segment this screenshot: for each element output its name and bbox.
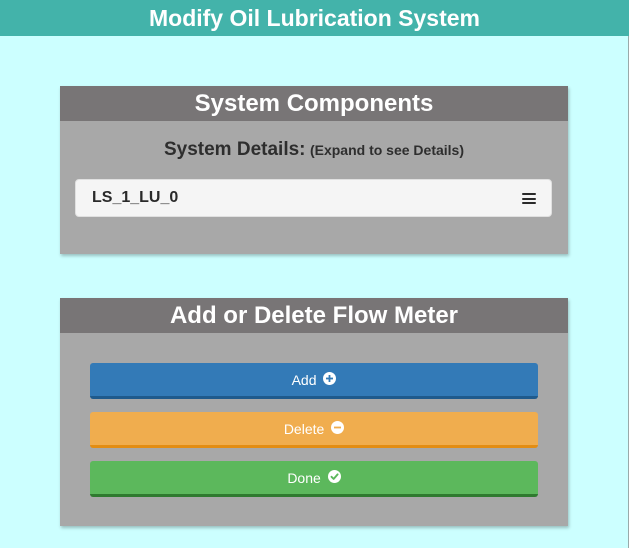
add-button[interactable]: Add bbox=[90, 363, 538, 399]
accordion-item-title: LS_1_LU_0 bbox=[92, 189, 179, 206]
system-accordion-item[interactable]: LS_1_LU_0 bbox=[75, 179, 552, 217]
minus-circle-icon bbox=[331, 412, 345, 446]
system-details-row: System Details: (Expand to see Details) bbox=[60, 139, 568, 161]
page-header: Modify Oil Lubrication System bbox=[0, 0, 629, 36]
delete-button-label: Delete bbox=[283, 421, 325, 437]
done-button-label: Done bbox=[287, 470, 321, 486]
check-circle-icon bbox=[327, 461, 341, 495]
done-button[interactable]: Done bbox=[90, 461, 538, 497]
plus-circle-icon bbox=[323, 363, 337, 397]
page-title: Modify Oil Lubrication System bbox=[149, 5, 480, 31]
hamburger-menu-icon[interactable] bbox=[522, 193, 536, 204]
flow-meter-panel: Add or Delete Flow Meter Add Delete Done bbox=[60, 298, 568, 526]
delete-button[interactable]: Delete bbox=[90, 412, 538, 448]
system-components-panel: System Components System Details: (Expan… bbox=[60, 86, 568, 254]
system-components-heading: System Components bbox=[60, 86, 568, 121]
system-details-label: System Details: bbox=[163, 139, 306, 160]
flow-meter-heading: Add or Delete Flow Meter bbox=[60, 298, 568, 333]
system-details-hint: (Expand to see Details) bbox=[309, 142, 464, 158]
add-button-label: Add bbox=[291, 372, 317, 388]
